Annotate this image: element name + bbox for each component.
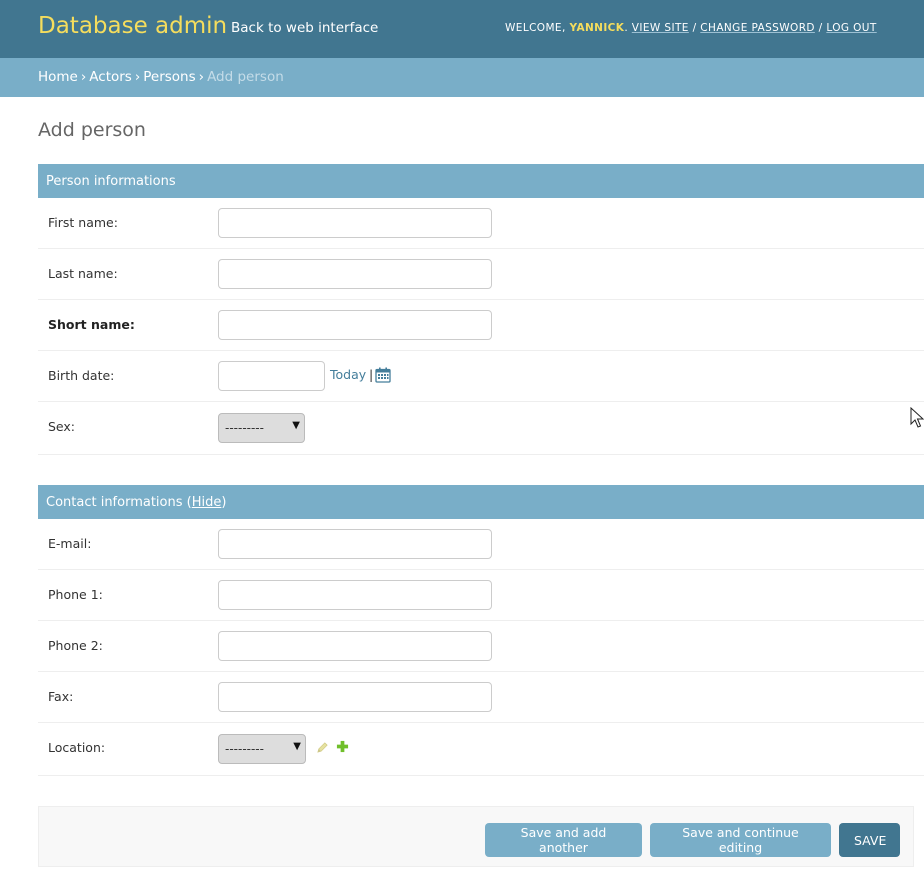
today-link[interactable]: Today	[330, 367, 366, 382]
site-branding[interactable]: Database admin	[38, 13, 227, 39]
first-name-label: First name:	[48, 215, 118, 230]
person-informations-fieldset: Person informations First name: Last nam…	[38, 164, 924, 455]
birth-date-label: Birth date:	[48, 368, 115, 383]
location-row: Location: --------- ▼	[38, 723, 924, 776]
email-label: E-mail:	[48, 536, 92, 551]
breadcrumb: Home › Actors › Persons › Add person	[0, 58, 924, 97]
breadcrumb-home[interactable]: Home	[38, 69, 78, 85]
short-name-label: Short name:	[48, 317, 135, 332]
change-password-link[interactable]: Change password	[700, 22, 815, 34]
breadcrumb-separator: ›	[80, 69, 87, 85]
breadcrumb-actors[interactable]: Actors	[89, 69, 132, 85]
save-and-add-another-button[interactable]: Save and add another	[485, 823, 642, 857]
phone1-label: Phone 1:	[48, 587, 103, 602]
breadcrumb-persons[interactable]: Persons	[143, 69, 195, 85]
sex-select-wrapper: --------- ▼	[218, 413, 305, 443]
back-to-web-interface-link[interactable]: Back to web interface	[231, 20, 378, 36]
location-select-wrapper: --------- ▼	[218, 734, 306, 764]
calendar-icon[interactable]	[375, 367, 391, 383]
contact-informations-heading: Contact informations (Hide)	[38, 485, 924, 519]
site-header: Database admin Back to web interface Wel…	[0, 0, 924, 58]
phone2-row: Phone 2:	[38, 621, 924, 672]
page-title: Add person	[38, 119, 146, 141]
first-name-input[interactable]	[218, 208, 492, 238]
user-tools: Welcome, Yannick. View site / Change pas…	[505, 22, 877, 34]
save-and-continue-editing-button[interactable]: Save and continue editing	[650, 823, 831, 857]
pencil-icon[interactable]	[316, 741, 329, 754]
last-name-input[interactable]	[218, 259, 492, 289]
phone1-input[interactable]	[218, 580, 492, 610]
short-name-input[interactable]	[218, 310, 492, 340]
view-site-link[interactable]: View site	[632, 22, 689, 34]
user-tools-separator: /	[692, 22, 697, 34]
location-label: Location:	[48, 740, 106, 755]
fax-label: Fax:	[48, 689, 74, 704]
short-name-row: Short name:	[38, 300, 924, 351]
fax-input[interactable]	[218, 682, 492, 712]
user-tools-separator: /	[818, 22, 823, 34]
breadcrumb-current: Add person	[207, 69, 284, 85]
location-select[interactable]: ---------	[218, 734, 306, 764]
hide-contact-informations-link[interactable]: Hide	[192, 495, 222, 510]
contact-informations-fieldset: Contact informations (Hide) E-mail: Phon…	[38, 485, 924, 776]
last-name-label: Last name:	[48, 266, 118, 281]
birth-date-row: Birth date: Today |	[38, 351, 924, 402]
email-field[interactable]	[218, 529, 492, 559]
welcome-text: Welcome,	[505, 22, 566, 34]
log-out-link[interactable]: Log out	[826, 22, 876, 34]
contact-informations-title: Contact informations	[46, 495, 183, 510]
fax-row: Fax:	[38, 672, 924, 723]
submit-row: Save and add another Save and continue e…	[38, 806, 914, 867]
plus-icon[interactable]	[336, 740, 349, 753]
phone2-label: Phone 2:	[48, 638, 103, 653]
username: Yannick	[569, 22, 625, 34]
phone1-row: Phone 1:	[38, 570, 924, 621]
email-row: E-mail:	[38, 519, 924, 570]
phone2-input[interactable]	[218, 631, 492, 661]
sex-row: Sex: --------- ▼	[38, 402, 924, 455]
save-button[interactable]: Save	[839, 823, 900, 857]
last-name-row: Last name:	[38, 249, 924, 300]
date-shortcut-separator: |	[369, 367, 374, 382]
breadcrumb-separator: ›	[198, 69, 205, 85]
person-informations-heading: Person informations	[38, 164, 924, 198]
sex-label: Sex:	[48, 419, 76, 434]
sex-select[interactable]: ---------	[218, 413, 305, 443]
birth-date-input[interactable]	[218, 361, 325, 391]
mouse-pointer-icon	[910, 407, 924, 428]
breadcrumb-separator: ›	[134, 69, 141, 85]
first-name-row: First name:	[38, 198, 924, 249]
